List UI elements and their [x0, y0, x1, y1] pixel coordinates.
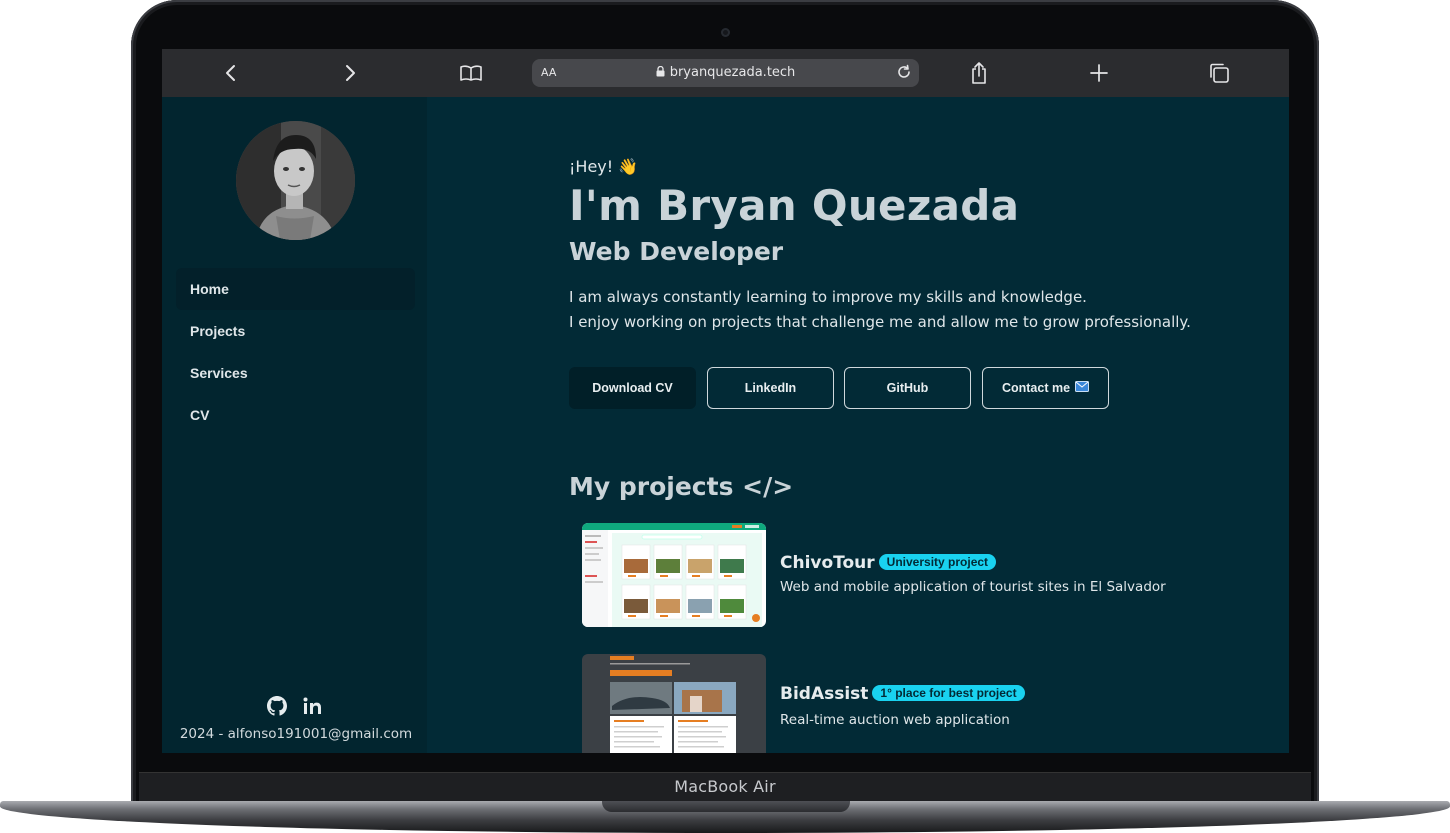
bookmarks-icon[interactable] — [459, 61, 483, 85]
camera — [721, 28, 730, 37]
project-name: ChivoTour — [780, 553, 875, 573]
device-label: MacBook Air — [674, 777, 776, 796]
project-badge: University project — [878, 554, 997, 570]
project-thumbnail — [582, 654, 766, 753]
sidebar-nav: Home Projects Services CV — [176, 268, 415, 436]
project-card[interactable]: BidAssist 1° place for best project Real-… — [582, 654, 1282, 753]
new-tab-icon[interactable] — [1087, 61, 1111, 85]
back-icon[interactable] — [219, 61, 243, 85]
sidebar-item-services[interactable]: Services — [176, 352, 415, 394]
project-card[interactable]: ChivoTour University project Web and mobi… — [582, 523, 1282, 633]
social-links — [162, 696, 427, 721]
contact-label: Contact me — [1001, 381, 1071, 395]
bio-line-1: I am always constantly learning to impro… — [569, 288, 1087, 306]
sidebar-item-cv[interactable]: CV — [176, 394, 415, 436]
github-label: GitHub — [886, 381, 929, 395]
bio-line-2: I enjoy working on projects that challen… — [569, 313, 1191, 331]
hero-bio: I am always constantly learning to impro… — [569, 285, 1191, 335]
sidebar: Home Projects Services CV 2024 - alfonso… — [162, 97, 427, 753]
contact-button[interactable]: Contact me — [982, 367, 1109, 409]
project-name-row: BidAssist 1° place for best project — [780, 684, 1025, 704]
projects-title: My projects </> — [569, 472, 794, 501]
share-icon[interactable] — [967, 61, 991, 85]
sidebar-item-home[interactable]: Home — [176, 268, 415, 310]
url-text: bryanquezada.tech — [669, 65, 796, 80]
project-thumbnail — [582, 523, 766, 627]
project-name: BidAssist — [780, 684, 869, 704]
lock-icon — [656, 65, 665, 81]
avatar — [236, 121, 355, 240]
footer-text: 2024 - alfonso191001@gmail.com — [179, 726, 413, 742]
github-button[interactable]: GitHub — [844, 367, 971, 409]
project-badge: 1° place for best project — [872, 685, 1025, 701]
browser-toolbar: AA bryanquezada.tech — [162, 49, 1289, 97]
reload-icon[interactable] — [895, 63, 913, 86]
hero-name: I'm Bryan Quezada — [569, 181, 1020, 230]
tabs-icon[interactable] — [1207, 61, 1231, 85]
main-content: ¡Hey! 👋 I'm Bryan Quezada Web Developer … — [427, 97, 1289, 753]
hero-role: Web Developer — [569, 237, 784, 266]
download-cv-label: Download CV — [592, 381, 673, 395]
forward-icon[interactable] — [338, 61, 362, 85]
sidebar-item-projects[interactable]: Projects — [176, 310, 415, 352]
address-bar[interactable]: AA bryanquezada.tech — [532, 59, 919, 87]
github-icon[interactable] — [266, 696, 287, 721]
download-cv-button[interactable]: Download CV — [569, 367, 696, 409]
greeting: ¡Hey! 👋 — [569, 157, 639, 176]
linkedin-button[interactable]: LinkedIn — [707, 367, 834, 409]
url-text-container: bryanquezada.tech — [532, 65, 919, 81]
project-description: Web and mobile application of tourist si… — [780, 579, 1166, 595]
screen: AA bryanquezada.tech Home Projects Servi… — [162, 49, 1289, 753]
laptop-notch — [602, 801, 850, 812]
linkedin-label: LinkedIn — [744, 381, 797, 395]
mail-icon — [1075, 381, 1090, 395]
linkedin-icon[interactable] — [303, 697, 322, 720]
project-description: Real-time auction web application — [780, 712, 1010, 728]
project-name-row: ChivoTour University project — [780, 553, 997, 573]
